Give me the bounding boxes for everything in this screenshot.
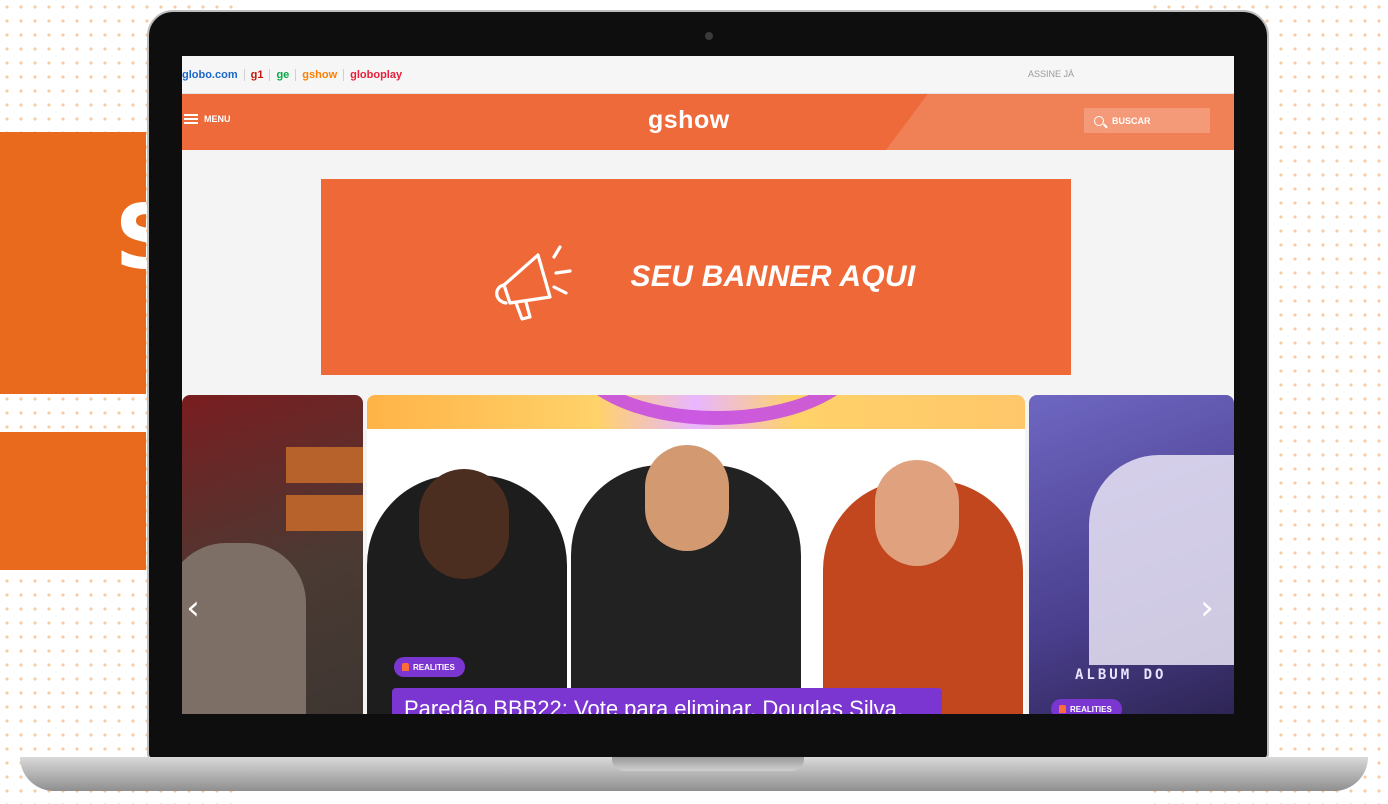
- person-photo: [367, 469, 567, 714]
- network-link-gshow[interactable]: gshow: [296, 68, 345, 81]
- album-caption: ALBUM DO: [1075, 667, 1167, 683]
- person-head: [419, 469, 509, 579]
- megaphone-icon: [495, 245, 573, 321]
- person-head: [875, 460, 959, 566]
- network-links: globo.com g1 ge gshow globoplay: [182, 68, 408, 81]
- category-label: REALITIES: [413, 662, 455, 672]
- side-orange-block-bottom: !: [0, 432, 146, 570]
- popcorn-icon: [402, 663, 409, 671]
- network-link-globoplay[interactable]: globoplay: [344, 69, 408, 81]
- ad-banner[interactable]: SEU BANNER AQUI: [321, 179, 1071, 375]
- hamburger-icon: [184, 114, 198, 124]
- popcorn-icon: [1059, 705, 1066, 713]
- person-photo: [182, 543, 306, 714]
- person-photo: [571, 445, 801, 714]
- side-orange-block-top: S: [0, 132, 146, 394]
- person-photo: [823, 460, 1023, 714]
- background-panel: [286, 495, 363, 531]
- person-head: [645, 445, 729, 551]
- side-block-text-top: S: [115, 194, 146, 282]
- globo-topbar: globo.com g1 ge gshow globoplay ASSINE JÁ: [182, 56, 1234, 94]
- background-panel: [286, 447, 363, 483]
- carousel-next-button[interactable]: ›: [1196, 588, 1218, 628]
- category-badge[interactable]: REALITIES: [394, 657, 465, 677]
- camera-icon: [705, 32, 713, 40]
- search-button[interactable]: BUSCAR: [1084, 108, 1210, 133]
- site-header: MENU gshow BUSCAR: [182, 94, 1234, 150]
- carousel-card-next[interactable]: ALBUM DO REALITIES: [1029, 395, 1234, 714]
- menu-label: MENU: [204, 114, 231, 124]
- chevron-left-icon: ‹: [186, 588, 200, 628]
- carousel-card-prev[interactable]: [182, 395, 363, 714]
- network-link-g1[interactable]: g1: [245, 68, 271, 81]
- menu-button[interactable]: MENU: [184, 114, 231, 124]
- laptop-notch: [612, 757, 804, 771]
- carousel-card-main[interactable]: REALITIES Paredão BBB22: Vote para elimi…: [367, 395, 1025, 714]
- search-icon: [1094, 115, 1104, 126]
- network-link-globo-com[interactable]: globo.com: [182, 68, 245, 81]
- subscribe-link[interactable]: ASSINE JÁ: [1028, 69, 1074, 79]
- chevron-right-icon: ›: [1200, 588, 1214, 628]
- search-label: BUSCAR: [1112, 115, 1151, 126]
- carousel-prev-button[interactable]: ‹: [182, 588, 204, 628]
- category-badge[interactable]: REALITIES: [1051, 699, 1122, 714]
- gshow-logo[interactable]: gshow: [648, 106, 730, 135]
- banner-text: SEU BANNER AQUI: [630, 260, 916, 293]
- category-label: REALITIES: [1070, 704, 1112, 714]
- side-block-text-bottom: !: [136, 462, 146, 550]
- person-photo: [1089, 455, 1234, 665]
- card-headline[interactable]: Paredão BBB22: Vote para eliminar, Dougl…: [392, 688, 942, 714]
- network-link-ge[interactable]: ge: [270, 68, 297, 81]
- browser-screen: globo.com g1 ge gshow globoplay ASSINE JÁ ME…: [182, 56, 1234, 714]
